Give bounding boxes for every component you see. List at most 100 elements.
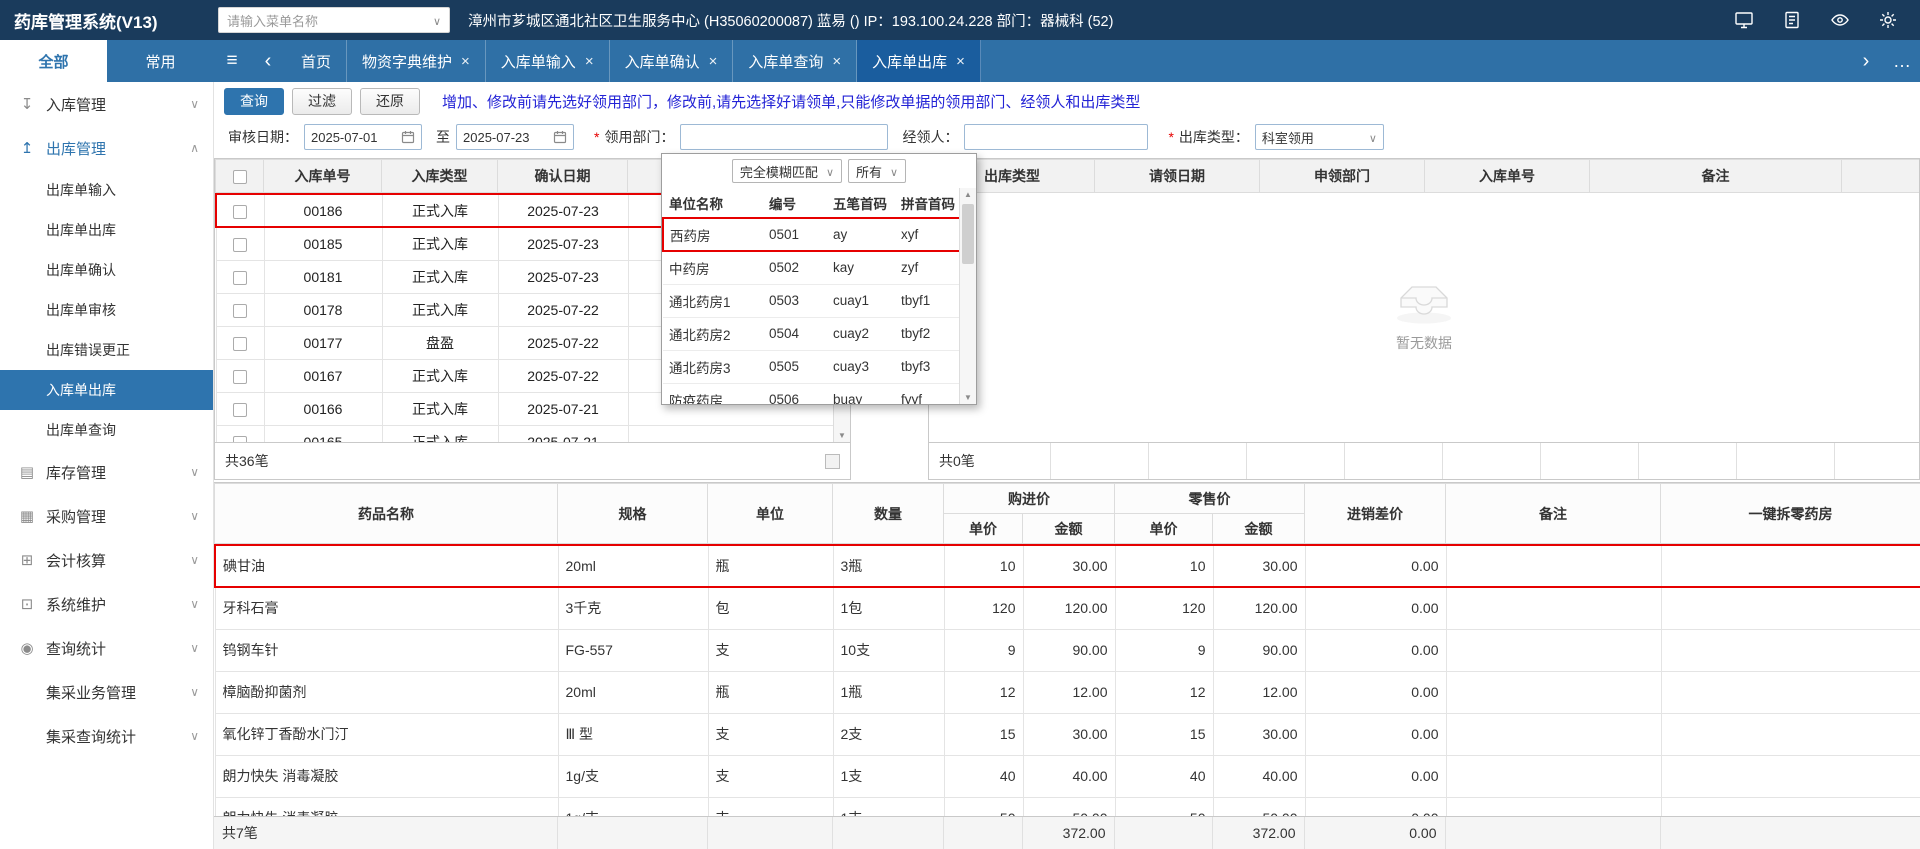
sidebar-item[interactable]: 出库单查询 bbox=[0, 410, 213, 450]
page-tab[interactable]: 入库单查询 bbox=[733, 40, 858, 82]
sidebar-item-label: 采购管理 bbox=[46, 508, 107, 526]
row-checkbox[interactable] bbox=[233, 237, 247, 252]
sidebar-item[interactable]: 出库错误更正 bbox=[0, 330, 213, 370]
sidebar-item[interactable]: ◉ 查询统计 bbox=[0, 626, 213, 670]
drug-row[interactable]: 钨钢车针 FG-557 支 10支 9 90.00 9 90.00 0.00 bbox=[214, 628, 1920, 672]
filter-button[interactable]: 过滤 bbox=[292, 87, 352, 115]
hamburger-menu-icon[interactable] bbox=[214, 40, 250, 82]
query-button[interactable]: 查询 bbox=[224, 87, 284, 115]
row-checkbox[interactable] bbox=[233, 270, 247, 285]
dept-option-row[interactable]: 通北药房3 0505 cuay3 tbyf3 bbox=[663, 350, 962, 384]
wubi-code-cell: cuay3 bbox=[827, 350, 895, 384]
note-cell bbox=[1445, 628, 1662, 672]
row-checkbox[interactable] bbox=[233, 336, 247, 351]
tab-close-icon[interactable] bbox=[956, 53, 965, 70]
row-checkbox[interactable] bbox=[233, 204, 248, 219]
footer-grip[interactable] bbox=[825, 453, 840, 469]
scope-select[interactable]: 所有 bbox=[848, 159, 907, 183]
log-icon[interactable] bbox=[1782, 10, 1802, 30]
select-all-checkbox[interactable] bbox=[232, 170, 247, 185]
tab-all-menus[interactable]: 全部 bbox=[0, 40, 107, 82]
scroll-down-icon[interactable]: ▼ bbox=[834, 431, 850, 440]
scroll-tabs-right-icon[interactable] bbox=[1848, 40, 1884, 82]
drug-row[interactable]: 樟脑酚抑菌剂 20ml 瓶 1瓶 12 12.00 12 12.00 0.00 bbox=[214, 670, 1920, 714]
buy-amount-cell: 50.00 bbox=[1022, 796, 1116, 816]
sidebar-item[interactable]: 入库单出库 bbox=[0, 370, 213, 410]
tab-close-icon[interactable] bbox=[585, 53, 594, 70]
sidebar-item[interactable]: 集采查询统计 bbox=[0, 714, 213, 758]
scroll-up-icon[interactable]: ▲ bbox=[960, 190, 976, 199]
audit-date-to-input[interactable]: 2025-07-23 bbox=[456, 124, 574, 150]
row-checkbox[interactable] bbox=[233, 303, 247, 318]
sidebar-item[interactable]: ⊡ 系统维护 bbox=[0, 582, 213, 626]
detail-grid-footer: 共7笔 372.00 372.00 0.00 bbox=[214, 816, 1920, 849]
scroll-down-icon[interactable]: ▼ bbox=[960, 393, 976, 402]
restore-button[interactable]: 还原 bbox=[360, 87, 420, 115]
match-mode-select[interactable]: 完全模糊匹配 bbox=[731, 159, 842, 183]
sidebar-item[interactable]: ↥ 出库管理 bbox=[0, 126, 213, 170]
split-cell bbox=[1660, 628, 1920, 672]
page-tab[interactable]: 首页 bbox=[286, 40, 348, 82]
confirm-date-cell: 2025-07-23 bbox=[497, 193, 629, 228]
page-tab[interactable]: 入库单出库 bbox=[857, 40, 981, 82]
tab-common-menus[interactable]: 常用 bbox=[107, 40, 214, 82]
page-tab[interactable]: 物资字典维护 bbox=[347, 40, 486, 82]
empty-box-icon bbox=[1397, 286, 1451, 324]
sell-price-cell: 15 bbox=[1114, 712, 1214, 756]
gear-icon[interactable] bbox=[1878, 10, 1898, 30]
sidebar-item[interactable]: 出库单审核 bbox=[0, 290, 213, 330]
column-header: 金额 bbox=[1212, 513, 1305, 544]
scrollbar-thumb[interactable] bbox=[962, 204, 974, 264]
drug-row[interactable]: 朗力快失 消毒凝胶 1g/支 支 1支 40 40.00 40 40.00 0.… bbox=[214, 754, 1920, 798]
tab-close-icon[interactable] bbox=[832, 53, 841, 70]
dept-option-row[interactable]: 中药房 0502 kay zyf bbox=[663, 251, 962, 285]
dept-input[interactable] bbox=[680, 124, 889, 150]
scroll-tabs-left-icon[interactable] bbox=[250, 40, 286, 82]
eye-icon[interactable] bbox=[1830, 10, 1850, 30]
tab-close-icon[interactable] bbox=[461, 53, 470, 70]
inbound-order-row[interactable]: 00165 正式入库 2025-07-21 bbox=[215, 424, 835, 443]
dept-option-row[interactable]: 通北药房2 0504 cuay2 tbyf2 bbox=[663, 317, 962, 351]
row-checkbox[interactable] bbox=[233, 369, 247, 384]
menu-search-input[interactable]: 请输入菜单名称 bbox=[218, 7, 450, 33]
row-checkbox[interactable] bbox=[233, 402, 247, 417]
buy-amount-cell: 40.00 bbox=[1022, 754, 1116, 798]
sidebar-item[interactable]: 集采业务管理 bbox=[0, 670, 213, 714]
drug-row[interactable]: 朗力快失 消毒凝胶 1g/支 支 1支 50 50.00 50 50.00 0.… bbox=[214, 796, 1920, 816]
sidebar-item[interactable]: 出库单确认 bbox=[0, 250, 213, 290]
audit-date-from-input[interactable]: 2025-07-01 bbox=[304, 124, 422, 150]
drug-row[interactable]: 牙科石膏 3千克 包 1包 120 120.00 120 120.00 0.00 bbox=[214, 586, 1920, 630]
dept-option-row[interactable]: 防疫药房 0506 buay fyyf bbox=[663, 383, 962, 404]
out-type-select[interactable]: 科室领用 bbox=[1254, 124, 1384, 150]
required-mark: * bbox=[594, 129, 600, 145]
sell-price-cell: 120 bbox=[1114, 586, 1214, 630]
tab-close-icon[interactable] bbox=[709, 53, 718, 70]
page-tab[interactable]: 入库单输入 bbox=[486, 40, 610, 82]
screen-icon[interactable] bbox=[1734, 10, 1754, 30]
page-tab[interactable]: 入库单确认 bbox=[610, 40, 734, 82]
dept-option-row[interactable]: 通北药房1 0503 cuay1 tbyf1 bbox=[663, 284, 962, 318]
tabs-more-icon[interactable] bbox=[1884, 40, 1920, 82]
drug-row[interactable]: 碘甘油 20ml 瓶 3瓶 10 30.00 10 30.00 0.00 bbox=[214, 544, 1920, 588]
qty-cell: 3瓶 bbox=[832, 544, 945, 588]
sidebar-item[interactable]: 出库单输入 bbox=[0, 170, 213, 210]
match-mode-value: 完全模糊匹配 bbox=[739, 164, 818, 180]
dept-code-cell: 0501 bbox=[763, 217, 827, 252]
sidebar-item[interactable]: 出库单出库 bbox=[0, 210, 213, 250]
dept-option-row[interactable]: 西药房 0501 ay xyf bbox=[662, 217, 963, 252]
detail-grid-header: 药品名称 规格 单位 数量 购进价 零售价 进销差价 备注 一键拆零药房 单价 bbox=[214, 483, 1920, 544]
receiver-input[interactable] bbox=[964, 124, 1149, 150]
drug-row[interactable]: 氧化锌丁香酚水门汀 Ⅲ 型 支 2支 15 30.00 15 30.00 0.0… bbox=[214, 712, 1920, 756]
popup-scrollbar[interactable]: ▲ ▼ bbox=[959, 188, 976, 404]
column-header: 入库单号 bbox=[1424, 159, 1590, 193]
sidebar-item[interactable]: ▤ 库存管理 bbox=[0, 450, 213, 494]
sidebar-item[interactable]: ⊞ 会计核算 bbox=[0, 538, 213, 582]
chevron-down-icon bbox=[890, 164, 898, 179]
confirm-date-cell: 2025-07-22 bbox=[497, 358, 629, 393]
chevron-icon bbox=[190, 729, 199, 743]
sell-amount-cell: 90.00 bbox=[1212, 628, 1306, 672]
inbound-type-cell: 正式入库 bbox=[381, 391, 499, 426]
pinyin-code-cell: tbyf2 bbox=[895, 317, 962, 351]
sidebar-item[interactable]: ↧ 入库管理 bbox=[0, 82, 213, 126]
sidebar-item[interactable]: ▦ 采购管理 bbox=[0, 494, 213, 538]
